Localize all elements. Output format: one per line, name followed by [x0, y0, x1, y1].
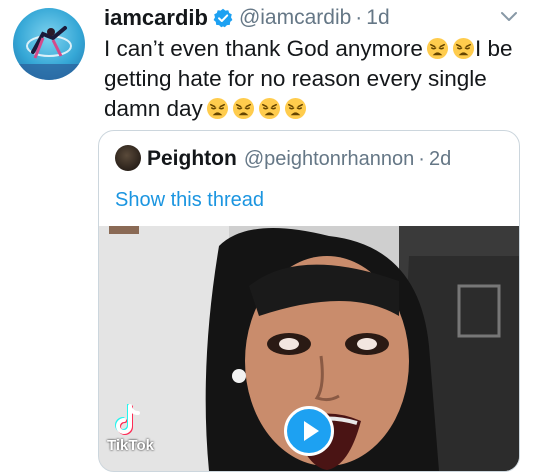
quoted-display-name[interactable]: Peighton — [147, 147, 237, 171]
verified-badge-icon — [213, 8, 233, 28]
tweet-text: I can’t even thank God anymore I be gett… — [104, 34, 524, 124]
tweet-header: iamcardib @iamcardib · 1d — [104, 4, 390, 32]
show-thread-link[interactable]: Show this thread — [115, 189, 264, 212]
avatar[interactable] — [13, 8, 85, 80]
weary-face-icon — [426, 37, 448, 60]
chevron-down-icon[interactable] — [500, 10, 518, 22]
weary-face-emoji-group — [206, 97, 307, 120]
tweet-text-line1-end: I be — [474, 36, 513, 61]
quoted-avatar[interactable] — [115, 145, 141, 171]
timestamp[interactable]: 1d — [366, 6, 389, 30]
display-name[interactable]: iamcardib — [104, 5, 208, 31]
quoted-timestamp[interactable]: 2d — [429, 148, 451, 171]
weary-face-icon — [206, 97, 228, 120]
tiktok-logo-icon — [113, 403, 143, 436]
quoted-handle[interactable]: @peightonrhannon — [244, 148, 414, 171]
play-button[interactable] — [284, 406, 334, 456]
tweet-card[interactable]: iamcardib @iamcardib · 1d I can’t even t… — [0, 0, 534, 472]
video-media[interactable]: TikTok — [99, 226, 519, 471]
separator-dot: · — [355, 6, 363, 29]
weary-face-emoji-group — [426, 37, 475, 60]
handle[interactable]: @iamcardib — [239, 6, 351, 30]
weary-face-icon — [452, 37, 474, 60]
weary-face-icon — [232, 97, 254, 120]
tweet-text-line3: damn day — [104, 96, 203, 121]
tweet-text-line2: getting hate for no reason every single — [104, 66, 487, 91]
weary-face-icon — [284, 97, 306, 120]
tweet-text-line1: I can’t even thank God anymore — [104, 36, 423, 61]
quoted-tweet-header: Peighton @peightonrhannon · 2d — [147, 145, 451, 173]
weary-face-icon — [258, 97, 280, 120]
quoted-tweet[interactable]: Peighton @peightonrhannon · 2d Show this… — [98, 130, 520, 472]
quoted-separator-dot: · — [418, 147, 425, 170]
tiktok-watermark: TikTok — [107, 437, 154, 454]
play-icon — [304, 421, 319, 441]
